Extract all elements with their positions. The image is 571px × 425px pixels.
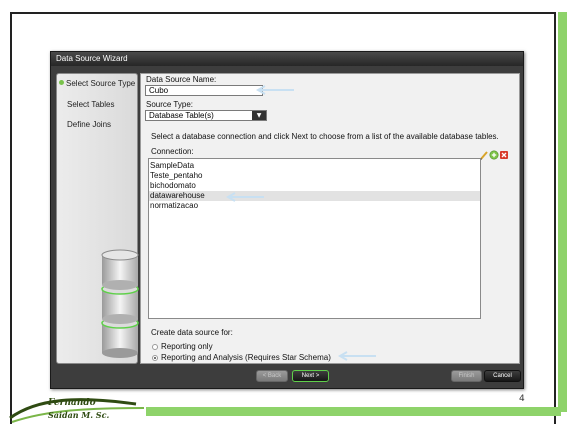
logo-line-1: Fernando (48, 398, 96, 408)
reporting-only-label: Reporting only (161, 342, 213, 351)
add-connection-icon[interactable] (489, 150, 499, 160)
data-source-name-label: Data Source Name: (146, 75, 217, 84)
connection-item-selected[interactable]: datawarehouse (149, 191, 480, 201)
finish-button[interactable]: Finish (451, 370, 482, 382)
edit-pencil-icon[interactable] (479, 151, 488, 161)
source-type-value: Database Table(s) (149, 111, 214, 120)
data-source-wizard-dialog: Data Source Wizard Select Source Type Se… (50, 51, 524, 389)
step-label: Select Tables (67, 100, 115, 109)
step-select-source-type[interactable]: Select Source Type (59, 79, 135, 88)
back-button[interactable]: < Back (256, 370, 288, 382)
connection-item[interactable]: normatizacao (149, 201, 480, 211)
delete-connection-icon[interactable] (500, 151, 508, 159)
reporting-only-radio[interactable] (152, 344, 158, 350)
database-icon (101, 249, 139, 358)
step-label: Define Joins (67, 120, 112, 129)
dropdown-arrow-icon[interactable]: ▼ (252, 111, 266, 120)
wizard-steps-pane: Select Source Type Select Tables Define … (56, 73, 139, 364)
author-logo: Fernando Saidan M. Sc. (8, 396, 146, 425)
source-type-select[interactable]: Database Table(s) ▼ (145, 110, 267, 121)
wizard-content-pane: Data Source Name: Source Type: Database … (140, 73, 520, 364)
active-step-dot-icon (59, 80, 64, 85)
instruction-text: Select a database connection and click N… (151, 132, 499, 141)
data-source-name-input[interactable] (145, 85, 263, 96)
create-data-source-for-label: Create data source for: (151, 328, 233, 337)
reporting-and-analysis-radio[interactable] (152, 355, 158, 361)
next-button[interactable]: Next > (292, 370, 329, 382)
connection-item[interactable]: bichodomato (149, 181, 480, 191)
slide-accent-bar-vertical (558, 12, 567, 412)
slide-accent-bar-horizontal (146, 407, 561, 416)
connection-item[interactable]: SampleData (149, 161, 480, 171)
connection-list[interactable]: SampleData Teste_pentaho bichodomato dat… (148, 158, 481, 319)
connection-label: Connection: (151, 147, 194, 156)
step-define-joins[interactable]: Define Joins (67, 120, 111, 129)
connection-item[interactable]: Teste_pentaho (149, 171, 480, 181)
connection-actions (479, 145, 509, 161)
step-select-tables[interactable]: Select Tables (67, 100, 114, 109)
slide-number: 4 (519, 394, 525, 404)
logo-line-2: Saidan M. Sc. (48, 410, 110, 420)
step-label: Select Source Type (66, 79, 136, 88)
reporting-and-analysis-label: Reporting and Analysis (Requires Star Sc… (161, 353, 331, 362)
wizard-title-bar: Data Source Wizard (51, 52, 523, 66)
source-type-label: Source Type: (146, 100, 193, 109)
cancel-button[interactable]: Cancel (484, 370, 521, 382)
